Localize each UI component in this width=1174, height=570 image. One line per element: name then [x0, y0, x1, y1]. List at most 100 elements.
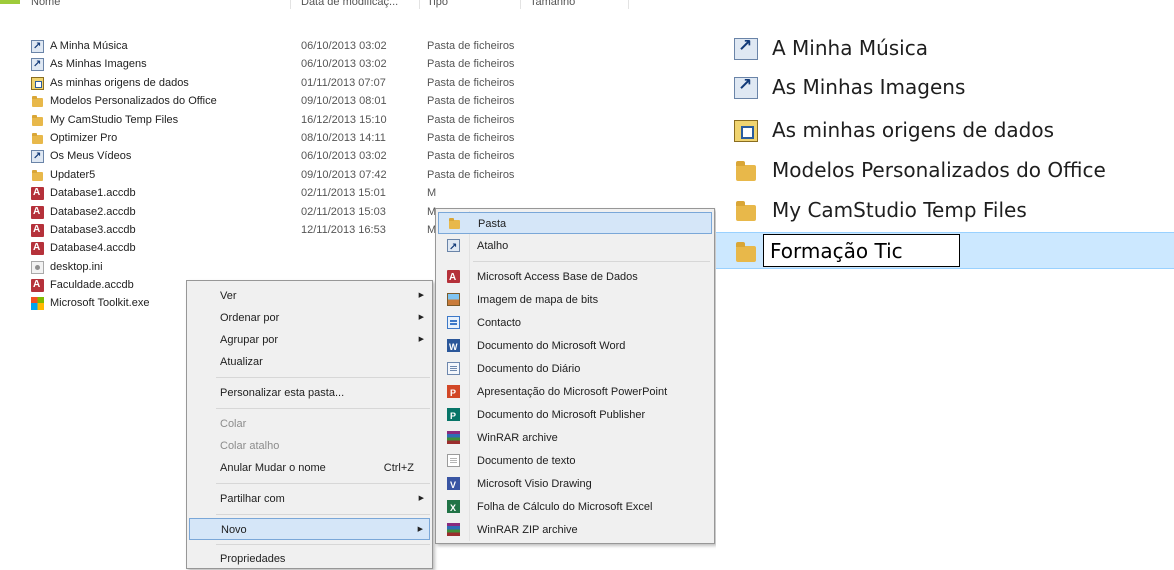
file-row[interactable]: As Minhas Imagens 06/10/2013 03:02 Pasta d… — [0, 55, 714, 75]
file-name: Microsoft Toolkit.exe — [50, 297, 150, 310]
contact-icon — [447, 316, 460, 329]
menu-item-ver[interactable]: Ver ▶ — [189, 285, 430, 307]
menu-item-partilhar-com[interactable]: Partilhar com ▶ — [189, 488, 430, 510]
file-row[interactable]: Updater5 09/10/2013 07:42 Pasta de ficheir… — [0, 166, 714, 184]
column-divider[interactable] — [419, 0, 420, 9]
submenu-item-diario[interactable]: Documento do Diário — [438, 358, 712, 380]
submenu-arrow-icon: ▶ — [418, 292, 424, 299]
winrar-icon — [447, 431, 460, 444]
file-name: Optimizer Pro — [50, 131, 118, 144]
powerpoint-icon — [447, 382, 460, 404]
menu-separator — [216, 544, 430, 545]
submenu-arrow-icon: ▶ — [418, 336, 424, 343]
column-header-name[interactable]: Nome — [31, 0, 60, 9]
menu-item-personalizar[interactable]: Personalizar esta pasta... — [189, 382, 430, 404]
submenu-item-word[interactable]: Documento do Microsoft Word — [438, 335, 712, 358]
new-folder-row[interactable] — [716, 232, 1174, 269]
column-divider[interactable] — [628, 0, 629, 9]
column-header-date[interactable]: Data de modificaç... — [301, 0, 398, 9]
menu-separator — [473, 261, 710, 262]
submenu-item-visio[interactable]: Microsoft Visio Drawing — [438, 473, 712, 496]
zoom-row[interactable]: As Minhas Imagens — [716, 69, 1174, 106]
column-divider[interactable] — [520, 0, 521, 9]
submenu-item-access[interactable]: Microsoft Access Base de Dados — [438, 266, 712, 289]
shortcut-icon — [447, 237, 460, 259]
access-icon — [31, 239, 44, 258]
file-date: 12/11/2013 16:53 — [301, 223, 386, 236]
file-name: My CamStudio Temp Files — [50, 113, 179, 126]
file-date: 02/11/2013 15:03 — [301, 205, 386, 218]
zoom-row[interactable]: As minhas origens de dados — [716, 112, 1174, 149]
menu-item-colar: Colar — [220, 418, 247, 430]
file-row[interactable]: Optimizer Pro 08/10/2013 14:11 Pasta de fi… — [0, 129, 714, 147]
menu-separator — [216, 377, 430, 378]
zoom-row[interactable]: Modelos Personalizados do Office — [716, 152, 1174, 189]
file-row[interactable]: A Minha Música 06/10/2013 03:02 Pasta de f… — [0, 37, 714, 56]
submenu-item-pasta[interactable]: Pasta — [438, 212, 712, 234]
zoom-row[interactable]: My CamStudio Temp Files — [716, 192, 1174, 229]
menu-item-novo[interactable]: Novo ▶ — [189, 518, 430, 540]
submenu-item-publisher[interactable]: Documento do Microsoft Publisher — [438, 404, 712, 427]
column-header-type[interactable]: Tipo — [427, 0, 448, 9]
column-header-size[interactable]: Tamanho — [530, 0, 575, 9]
file-name: Database2.accdb — [50, 205, 136, 218]
submenu-item-contacto[interactable]: Contacto — [438, 312, 712, 334]
menu-item-anular[interactable]: Anular Mudar o nome Ctrl+Z — [189, 457, 430, 479]
visio-icon — [447, 474, 460, 496]
datasource-folder-icon — [31, 76, 44, 90]
journal-icon — [447, 362, 460, 375]
access-icon — [447, 267, 460, 289]
file-row[interactable]: Os Meus Vídeos 06/10/2013 03:02 Pasta de f… — [0, 147, 714, 167]
file-type: Pasta de ficheiros — [427, 150, 515, 163]
menu-item-agrupar-por[interactable]: Agrupar por ▶ — [189, 329, 430, 351]
file-date: 06/10/2013 03:02 — [301, 150, 387, 163]
submenu-item-texto[interactable]: Documento de texto — [438, 450, 712, 472]
menu-item-ordenar-por[interactable]: Ordenar por ▶ — [189, 307, 430, 329]
excel-icon — [447, 497, 460, 519]
shortcut-icon — [31, 56, 44, 75]
submenu-item-atalho[interactable]: Atalho — [438, 235, 712, 259]
file-type: Pasta de ficheiros — [427, 95, 515, 108]
new-submenu: Pasta Atalho Microsoft Access Base de Da… — [435, 208, 715, 544]
word-icon — [447, 336, 460, 358]
menu-item-atualizar[interactable]: Atualizar — [189, 351, 430, 373]
file-name: Updater5 — [50, 168, 96, 181]
submenu-item-bitmap[interactable]: Imagem de mapa de bits — [438, 289, 712, 311]
submenu-item-winrar-zip[interactable]: WinRAR ZIP archive — [438, 519, 712, 541]
file-type: Pasta de ficheiros — [427, 76, 515, 89]
datasource-folder-icon — [734, 120, 758, 142]
context-menu: Ver ▶ Ordenar por ▶ Agrupar por ▶ Atualizar… — [186, 280, 433, 569]
menu-separator — [216, 483, 430, 484]
file-row[interactable]: Database1.accdb 02/11/2013 15:01 M — [0, 184, 714, 203]
menu-separator — [216, 408, 430, 409]
file-date: 01/11/2013 07:07 — [301, 76, 386, 89]
file-name: Modelos Personalizados do Office — [772, 158, 1106, 182]
file-date: 08/10/2013 14:11 — [301, 131, 386, 144]
submenu-item-excel[interactable]: Folha de Cálculo do Microsoft Excel — [438, 496, 712, 519]
zoom-row[interactable]: A Minha Música — [716, 30, 1174, 67]
submenu-arrow-icon: ▶ — [418, 495, 424, 502]
file-row[interactable]: Modelos Personalizados do Office 09/10/20… — [0, 92, 714, 110]
file-name: My CamStudio Temp Files — [772, 198, 1027, 222]
file-name: Faculdade.accdb — [50, 279, 134, 292]
folder-icon — [734, 160, 758, 182]
winrar-zip-icon — [447, 523, 460, 536]
file-row[interactable]: As minhas origens de dados 01/11/2013 07:… — [0, 74, 714, 92]
file-date: 09/10/2013 08:01 — [301, 95, 387, 108]
submenu-item-winrar[interactable]: WinRAR archive — [438, 427, 712, 449]
submenu-arrow-icon: ▶ — [418, 314, 424, 321]
file-name: As Minhas Imagens — [50, 58, 147, 71]
accent-bar — [0, 0, 20, 4]
file-row[interactable]: My CamStudio Temp Files 16/12/2013 15:10 P… — [0, 111, 714, 129]
folder-icon — [31, 132, 44, 145]
menu-item-colar-atalho: Colar atalho — [220, 440, 280, 452]
column-divider[interactable] — [290, 0, 291, 9]
file-type: Pasta de ficheiros — [427, 168, 515, 181]
rename-input[interactable] — [763, 234, 960, 267]
menu-item-propriedades[interactable]: Propriedades — [189, 548, 430, 570]
file-type: Pasta de ficheiros — [427, 40, 515, 52]
folder-icon — [448, 217, 461, 230]
submenu-item-powerpoint[interactable]: Apresentação do Microsoft PowerPoint — [438, 381, 712, 404]
file-type: Pasta de ficheiros — [427, 58, 515, 71]
file-name: Database1.accdb — [50, 187, 136, 200]
